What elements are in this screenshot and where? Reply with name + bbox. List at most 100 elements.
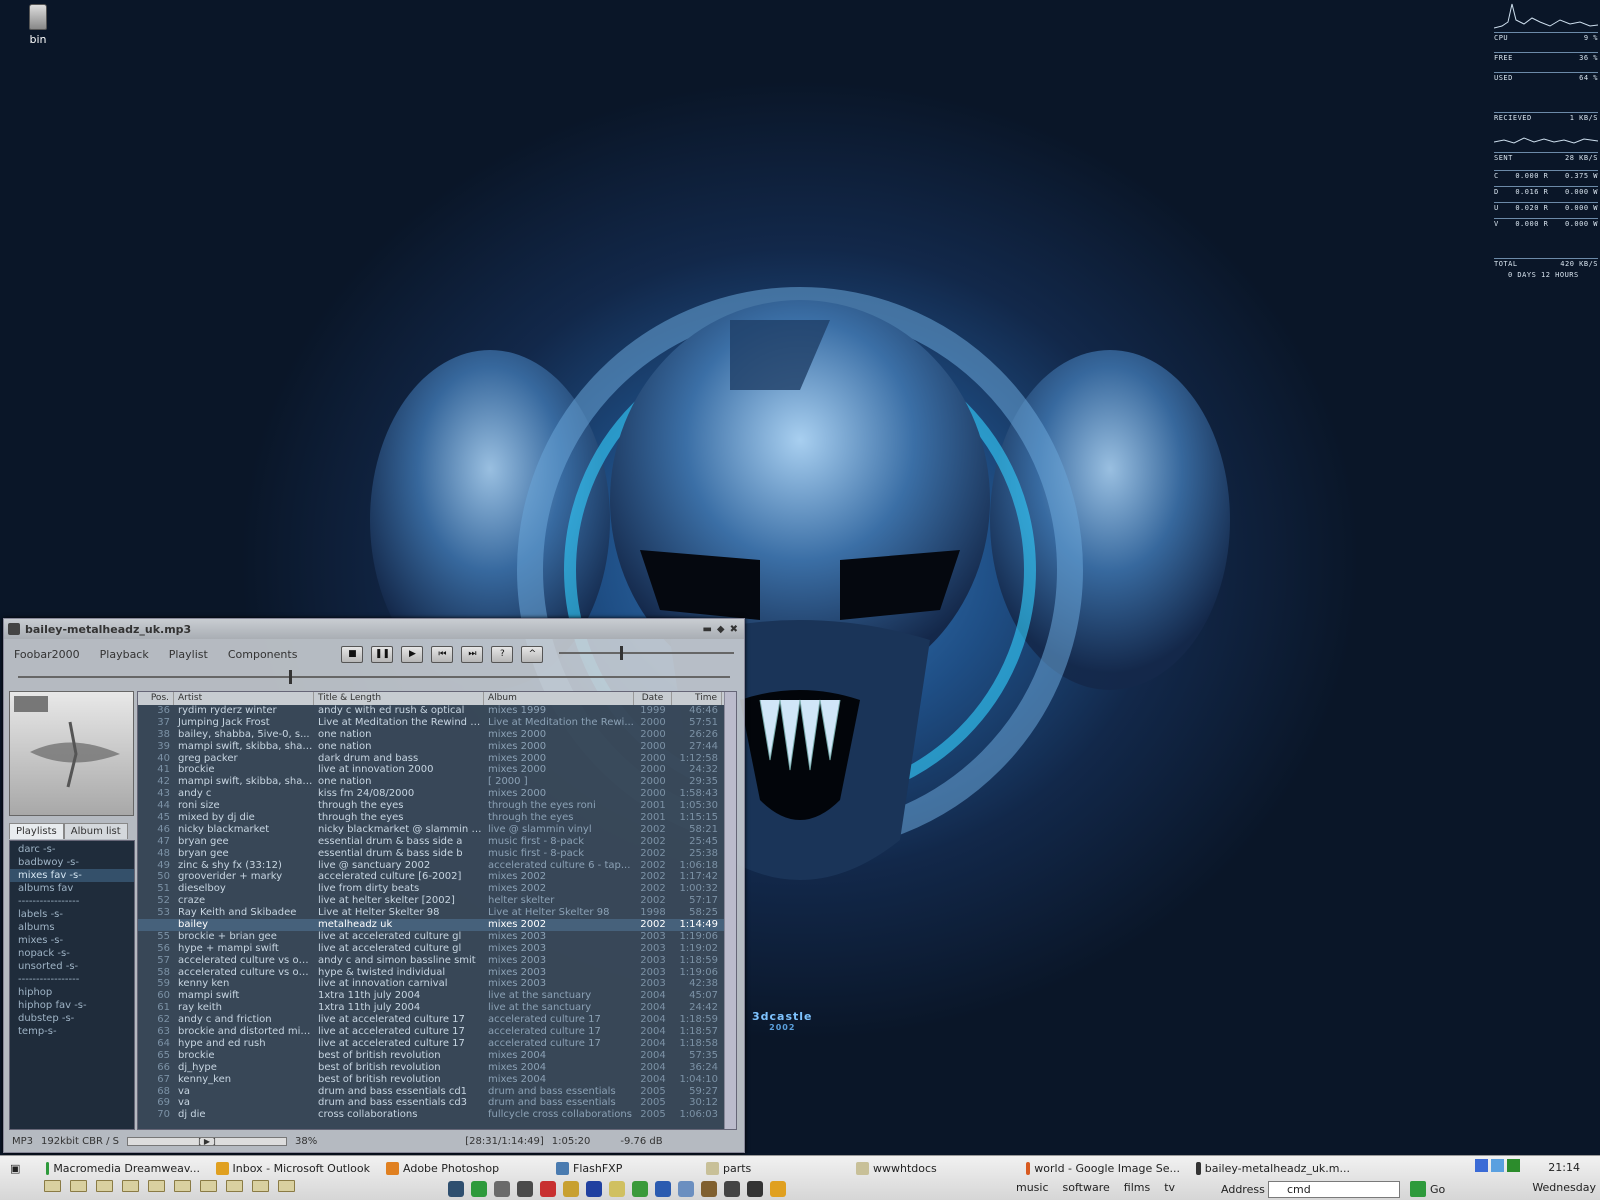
folder-icon[interactable] bbox=[174, 1180, 191, 1192]
playlist-item[interactable]: mixes -s- bbox=[10, 934, 134, 947]
link-music[interactable]: music bbox=[1016, 1181, 1049, 1194]
taskbar-button[interactable]: Inbox - Microsoft Outlook bbox=[208, 1161, 378, 1175]
app-icon[interactable] bbox=[586, 1181, 602, 1197]
column-album[interactable]: Album bbox=[484, 692, 634, 705]
table-row[interactable]: 59 kenny ken live at innovation carnival mi… bbox=[138, 978, 736, 990]
column-title[interactable]: Title & Length bbox=[314, 692, 484, 705]
column-time[interactable]: Time bbox=[672, 692, 722, 705]
folder-icon[interactable] bbox=[200, 1180, 217, 1192]
menu-playback[interactable]: Playback bbox=[90, 648, 159, 661]
previous-button[interactable]: ⏮ bbox=[431, 645, 454, 663]
tray-icon-network[interactable] bbox=[1475, 1159, 1488, 1172]
folder-icon[interactable] bbox=[44, 1180, 61, 1192]
word-icon[interactable] bbox=[655, 1181, 671, 1197]
taskbar-button[interactable]: world - Google Image Se... bbox=[1018, 1161, 1188, 1175]
address-field[interactable]: cmd bbox=[1268, 1181, 1400, 1198]
pause-button[interactable]: ❚❚ bbox=[371, 645, 394, 663]
play-button[interactable]: ▶ bbox=[401, 645, 424, 663]
playlist-item[interactable]: darc -s- bbox=[10, 843, 134, 856]
volume-knob[interactable] bbox=[620, 646, 624, 660]
taskbar-button[interactable]: bailey-metalheadz_uk.m... bbox=[1188, 1161, 1358, 1175]
foobar-window[interactable]: bailey-metalheadz_uk.mp3 ▬ ◆ ✖ Foobar200… bbox=[3, 618, 745, 1153]
table-row[interactable]: 67 kenny_ken best of british revolution mix… bbox=[138, 1074, 736, 1086]
tracklist-scrollbar[interactable] bbox=[724, 692, 736, 1129]
table-row[interactable]: 45 mixed by dj die through the eyes through… bbox=[138, 812, 736, 824]
folder-icon[interactable] bbox=[148, 1180, 165, 1192]
table-row[interactable]: 36 rydim ryderz winter andy c with ed rush… bbox=[138, 705, 736, 717]
table-row[interactable]: 65 brockie best of british revolution mixes… bbox=[138, 1050, 736, 1062]
playlist-item[interactable]: unsorted -s- bbox=[10, 960, 134, 973]
tab-playlists[interactable]: Playlists bbox=[9, 823, 64, 839]
table-row[interactable]: 51 dieselboy live from dirty beats mixes 20… bbox=[138, 883, 736, 895]
playlist-item[interactable]: ----------------- bbox=[10, 973, 134, 986]
table-row[interactable]: 68 va drum and bass essentials cd1 drum and… bbox=[138, 1086, 736, 1098]
table-row[interactable]: 39 mampi swift, skibba, shab... one nation… bbox=[138, 741, 736, 753]
table-row[interactable]: 58 accelerated culture vs on... hype & twi… bbox=[138, 967, 736, 979]
tray-icon-status[interactable] bbox=[1507, 1159, 1520, 1172]
table-row[interactable]: 38 bailey, shabba, 5ive-0, s... one nation… bbox=[138, 729, 736, 741]
playlist-item[interactable]: dubstep -s- bbox=[10, 1012, 134, 1025]
next-button[interactable]: ⏭ bbox=[461, 645, 484, 663]
menu-playlist[interactable]: Playlist bbox=[159, 648, 218, 661]
link-tv[interactable]: tv bbox=[1164, 1181, 1175, 1194]
taskbar-button[interactable]: Macromedia Dreamweav... bbox=[38, 1161, 208, 1175]
table-row[interactable]: 47 bryan gee essential drum & bass side a m… bbox=[138, 836, 736, 848]
playlist-item[interactable]: labels -s- bbox=[10, 908, 134, 921]
table-row[interactable]: 37 Jumping Jack Frost Live at Meditation t… bbox=[138, 717, 736, 729]
chrome-icon[interactable] bbox=[770, 1181, 786, 1197]
playlist-item[interactable]: temp-s- bbox=[10, 1025, 134, 1038]
volume-slider[interactable] bbox=[559, 646, 734, 660]
utorrent-icon[interactable] bbox=[632, 1181, 648, 1197]
playlist-item[interactable]: hiphop fav -s- bbox=[10, 999, 134, 1012]
gimp-icon[interactable] bbox=[724, 1181, 740, 1197]
table-row[interactable]: 64 hype and ed rush live at accelerated cu… bbox=[138, 1038, 736, 1050]
table-row[interactable]: 62 andy c and friction live at accelerated… bbox=[138, 1014, 736, 1026]
opera-icon[interactable] bbox=[540, 1181, 556, 1197]
winamp-icon[interactable] bbox=[517, 1181, 533, 1197]
column-pos[interactable]: Pos. bbox=[138, 692, 174, 705]
table-row[interactable]: bailey metalheadz uk mixes 2002 2002 1:14:49 bbox=[138, 919, 736, 931]
menu-foobar2000[interactable]: Foobar2000 bbox=[4, 648, 90, 661]
clock[interactable]: 21:14 Wednesday bbox=[1532, 1158, 1596, 1198]
restore-icon[interactable]: ◆ bbox=[717, 624, 725, 635]
folder-icon[interactable] bbox=[252, 1180, 269, 1192]
calculator-icon[interactable] bbox=[678, 1181, 694, 1197]
table-row[interactable]: 69 va drum and bass essentials cd3 drum and… bbox=[138, 1097, 736, 1109]
menu-components[interactable]: Components bbox=[218, 648, 308, 661]
table-row[interactable]: 44 roni size through the eyes through the e… bbox=[138, 800, 736, 812]
column-artist[interactable]: Artist bbox=[174, 692, 314, 705]
taskbar-button[interactable]: FlashFXP bbox=[548, 1161, 698, 1175]
table-row[interactable]: 42 mampi swift, skibba, shab... one nation… bbox=[138, 776, 736, 788]
seek-bar[interactable] bbox=[18, 670, 730, 684]
playlist-item[interactable]: mixes fav -s- bbox=[10, 869, 134, 882]
table-row[interactable]: 57 accelerated culture vs on... andy c and… bbox=[138, 955, 736, 967]
window-titlebar[interactable]: bailey-metalheadz_uk.mp3 ▬ ◆ ✖ bbox=[4, 619, 744, 639]
table-row[interactable]: 61 ray keith 1xtra 11th july 2004 live at t… bbox=[138, 1002, 736, 1014]
folder-icon[interactable] bbox=[226, 1180, 243, 1192]
folder-icon[interactable] bbox=[122, 1180, 139, 1192]
playlist-item[interactable]: albums fav bbox=[10, 882, 134, 895]
seek-knob[interactable] bbox=[288, 670, 292, 684]
playlist-item[interactable]: badbwoy -s- bbox=[10, 856, 134, 869]
taskbar-button[interactable]: Adobe Photoshop bbox=[378, 1161, 548, 1175]
eject-button[interactable]: ^ bbox=[521, 645, 544, 663]
table-row[interactable]: 52 craze live at helter skelter [2002] helt… bbox=[138, 895, 736, 907]
table-row[interactable]: 53 Ray Keith and Skibadee Live at Helter S… bbox=[138, 907, 736, 919]
playlist-item[interactable]: nopack -s- bbox=[10, 947, 134, 960]
stop-button[interactable]: ■ bbox=[341, 645, 364, 663]
tray-icon-display[interactable] bbox=[1491, 1159, 1504, 1172]
column-date[interactable]: Date bbox=[634, 692, 672, 705]
playlist-item[interactable]: albums bbox=[10, 921, 134, 934]
pen-icon[interactable] bbox=[609, 1181, 625, 1197]
table-row[interactable]: 46 nicky blackmarket nicky blackmarket @ s… bbox=[138, 824, 736, 836]
minimize-icon[interactable]: ▬ bbox=[702, 624, 711, 635]
table-row[interactable]: 49 zinc & shy fx (33:12) live @ sanctuary … bbox=[138, 860, 736, 872]
playlist-item[interactable]: ----------------- bbox=[10, 895, 134, 908]
foobar-icon[interactable] bbox=[494, 1181, 510, 1197]
table-row[interactable]: 56 hype + mampi swift live at accelerated … bbox=[138, 943, 736, 955]
link-films[interactable]: films bbox=[1124, 1181, 1150, 1194]
tab-album-list[interactable]: Album list bbox=[63, 823, 128, 839]
table-row[interactable]: 50 grooverider + marky accelerated culture… bbox=[138, 871, 736, 883]
table-row[interactable]: 60 mampi swift 1xtra 11th july 2004 live at… bbox=[138, 990, 736, 1002]
table-row[interactable]: 41 brockie live at innovation 2000 mixes 20… bbox=[138, 764, 736, 776]
